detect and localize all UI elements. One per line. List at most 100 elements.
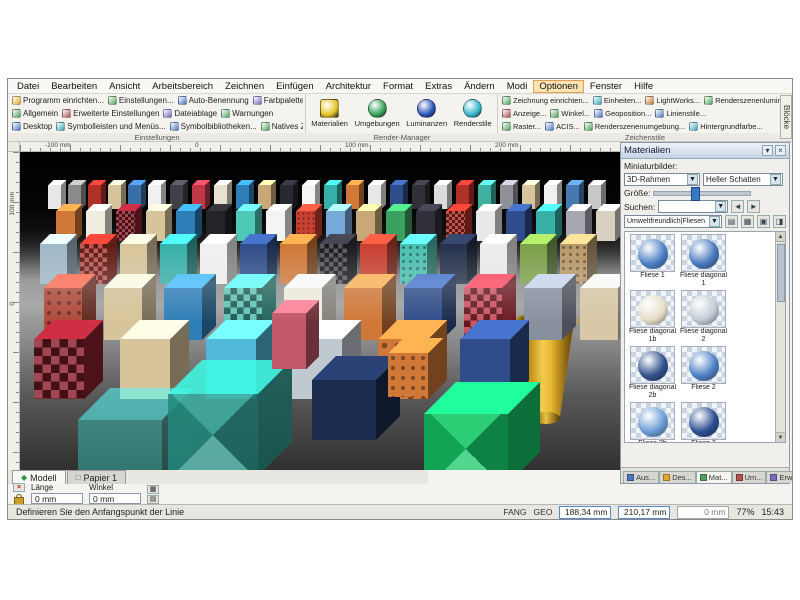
search-next-icon[interactable]: ► xyxy=(747,200,760,213)
toolbar-button-allgemein[interactable]: Allgemein xyxy=(10,109,60,118)
menu-item-modi[interactable]: Modi xyxy=(501,80,534,93)
chevron-down-icon[interactable]: ▼ xyxy=(715,201,726,212)
menu-item-arbeitsbereich[interactable]: Arbeitsbereich xyxy=(146,80,219,93)
scrollbar-thumb[interactable] xyxy=(777,244,785,302)
material-fliese-2[interactable]: Fliese 2 xyxy=(679,346,728,400)
toolbar-button-linienstile[interactable]: Linienstile... xyxy=(653,109,708,118)
toolbar-button-programm-einrichten[interactable]: Programm einrichten... xyxy=(10,96,106,105)
shadow-style-select[interactable]: Heller Schatten ▼ xyxy=(703,173,783,186)
chevron-down-icon[interactable]: ▼ xyxy=(687,174,698,185)
size-slider-thumb[interactable] xyxy=(691,187,700,201)
search-input[interactable]: ▼ xyxy=(658,200,728,213)
inspector-grid-icon[interactable]: ▦ xyxy=(147,485,159,494)
toolbar-button-raster[interactable]: Raster... xyxy=(500,122,543,131)
material-fliese-3[interactable]: Fliese 3 xyxy=(679,402,728,443)
settings-caption: Einstellungen xyxy=(8,133,306,141)
menu-item-architektur[interactable]: Architektur xyxy=(320,80,377,93)
toolbar-button-natives-zeichnen[interactable]: Natives Zeichnen xyxy=(259,122,303,131)
angle-field[interactable]: 0 mm xyxy=(89,493,141,504)
close-icon[interactable]: × xyxy=(775,145,786,156)
tab-papier-1[interactable]: □Papier 1 xyxy=(67,470,126,484)
frame-style-select[interactable]: 3D-Rahmen ▼ xyxy=(624,173,700,186)
material-fliese-diagonal-2[interactable]: Fliese diagonal 2 xyxy=(679,290,728,344)
toolbar-button-renderszenenumgebung[interactable]: Renderszenenumgebung... xyxy=(582,122,687,131)
toolbar-button-erweiterte-einstellungen[interactable]: Erweiterte Einstellungen xyxy=(60,109,161,118)
chevron-down-icon[interactable]: ▼ xyxy=(770,174,781,185)
size-slider[interactable] xyxy=(653,191,751,196)
toolbar-button-hintergrundfarbe[interactable]: Hintergrundfarbe... xyxy=(687,122,765,131)
category-list-icon[interactable]: ▤ xyxy=(725,215,738,228)
toolbar-button-symbolleisten-und-menüs[interactable]: Symbolleisten und Menüs... xyxy=(54,122,167,131)
toolbar-button-acis[interactable]: ACIS... xyxy=(543,122,582,131)
category-grid-icon[interactable]: ▦ xyxy=(741,215,754,228)
scroll-up-icon[interactable]: ▲ xyxy=(776,232,785,242)
panel-tab-erw[interactable]: Erw... xyxy=(766,471,793,483)
panel-tab-aus[interactable]: Aus... xyxy=(623,471,659,483)
toolbar-button-warnungen[interactable]: Warnungen xyxy=(219,109,275,118)
geo-toggle[interactable]: GEO xyxy=(534,507,553,517)
category-select[interactable]: Umweltfreundlich|Fliesen ▼ xyxy=(624,215,722,228)
toolbar-button-symbolbibliotheken[interactable]: Symbolbibliotheken... xyxy=(168,122,259,131)
snap-toggle[interactable]: FANG xyxy=(503,507,526,517)
render-manager-materialien-button[interactable]: Materialien xyxy=(311,99,348,128)
cancel-icon[interactable]: × xyxy=(13,483,25,492)
material-fliese-1[interactable]: Fliese 1 xyxy=(628,234,677,288)
panel-tab-mat[interactable]: Mat... xyxy=(696,471,732,483)
menu-item-bearbeiten[interactable]: Bearbeiten xyxy=(45,80,103,93)
ruler-tick xyxy=(16,282,19,283)
material-fliese-diagonal-2b[interactable]: Fliese diagonal 2b xyxy=(628,346,677,400)
category-filter-icon[interactable]: ◨ xyxy=(773,215,786,228)
horizontal-ruler[interactable]: -100 mm0100 mm200 mm xyxy=(20,142,622,152)
menu-item-ansicht[interactable]: Ansicht xyxy=(103,80,146,93)
material-thumbnail xyxy=(630,346,675,384)
render-manager-umgebungen-button[interactable]: Umgebungen xyxy=(355,99,400,128)
materials-palette-titlebar[interactable]: Materialien ▾ × xyxy=(621,143,789,159)
menu-item-format[interactable]: Format xyxy=(377,80,419,93)
menu-item-fenster[interactable]: Fenster xyxy=(584,80,628,93)
tab-modell[interactable]: ◆Modell xyxy=(12,470,66,484)
menu-item-extras[interactable]: Extras xyxy=(419,80,458,93)
blocks-side-tab[interactable]: Blöcke xyxy=(780,95,792,139)
toolbar-button-winkel[interactable]: Winkel... xyxy=(548,109,592,118)
search-prev-icon[interactable]: ◄ xyxy=(731,200,744,213)
materials-scrollbar[interactable]: ▲ ▼ xyxy=(775,232,785,442)
panel-tab-des[interactable]: Des... xyxy=(659,471,696,483)
panel-tab-um[interactable]: Um... xyxy=(732,471,767,483)
ruler-tick xyxy=(16,322,19,323)
material-fliese-2b[interactable]: Fliese 2b xyxy=(628,402,677,443)
chevron-down-icon[interactable]: ▼ xyxy=(709,216,720,227)
z-coordinate-field[interactable]: 0 mm xyxy=(677,506,729,519)
material-fliese-diagonal-1[interactable]: Fliese diagonal 1 xyxy=(679,234,728,288)
x-coordinate-field[interactable]: 188,34 mm xyxy=(559,506,611,519)
menu-item-hilfe[interactable]: Hilfe xyxy=(628,80,659,93)
menu-item-einfügen[interactable]: Einfügen xyxy=(270,80,320,93)
toolbar-button-renderszenenluminanz[interactable]: Renderszenenluminanz... xyxy=(702,96,789,105)
menu-item-optionen[interactable]: Optionen xyxy=(533,80,584,93)
toolbar-button-geoposition[interactable]: Geoposition... xyxy=(592,109,653,118)
render-manager-renderstile-button[interactable]: Renderstile xyxy=(454,99,492,128)
ruler-tick xyxy=(490,148,491,151)
y-coordinate-field[interactable]: 210,17 mm xyxy=(618,506,670,519)
render-manager-luminanzen-button[interactable]: Luminanzen xyxy=(406,99,447,128)
toolbar-button-dateiablage[interactable]: Dateiablage xyxy=(161,109,219,118)
palette-menu-icon[interactable]: ▾ xyxy=(762,145,773,156)
toolbar-button-einstellungen[interactable]: Einstellungen... xyxy=(106,96,176,105)
vertical-ruler[interactable]: 100 mm0 xyxy=(8,152,20,470)
inspector-list-icon[interactable]: ▤ xyxy=(147,495,159,504)
toolbar-button-zeichnung-einrichten[interactable]: Zeichnung einrichten... xyxy=(500,96,591,105)
menu-item-ändern[interactable]: Ändern xyxy=(458,80,501,93)
length-field[interactable]: 0 mm xyxy=(31,493,83,504)
toolbar-button-desktop[interactable]: Desktop xyxy=(10,122,54,131)
toolbar-button-auto-benennung[interactable]: Auto-Benennung xyxy=(176,96,251,105)
drawing-viewport[interactable] xyxy=(20,152,622,470)
toolbar-button-anzeige[interactable]: Anzeige... xyxy=(500,109,548,118)
scroll-down-icon[interactable]: ▼ xyxy=(776,432,785,442)
toolbar-button-einheiten[interactable]: Einheiten... xyxy=(591,96,644,105)
category-detail-icon[interactable]: ▣ xyxy=(757,215,770,228)
menu-item-datei[interactable]: Datei xyxy=(11,80,45,93)
menu-item-zeichnen[interactable]: Zeichnen xyxy=(219,80,270,93)
ruler-tick xyxy=(16,342,19,343)
material-fliese-diagonal-1b[interactable]: Fliese diagonal 1b xyxy=(628,290,677,344)
toolbar-button-farbpalette[interactable]: Farbpalette xyxy=(251,96,303,105)
toolbar-button-lightworks[interactable]: LightWorks... xyxy=(643,96,702,105)
